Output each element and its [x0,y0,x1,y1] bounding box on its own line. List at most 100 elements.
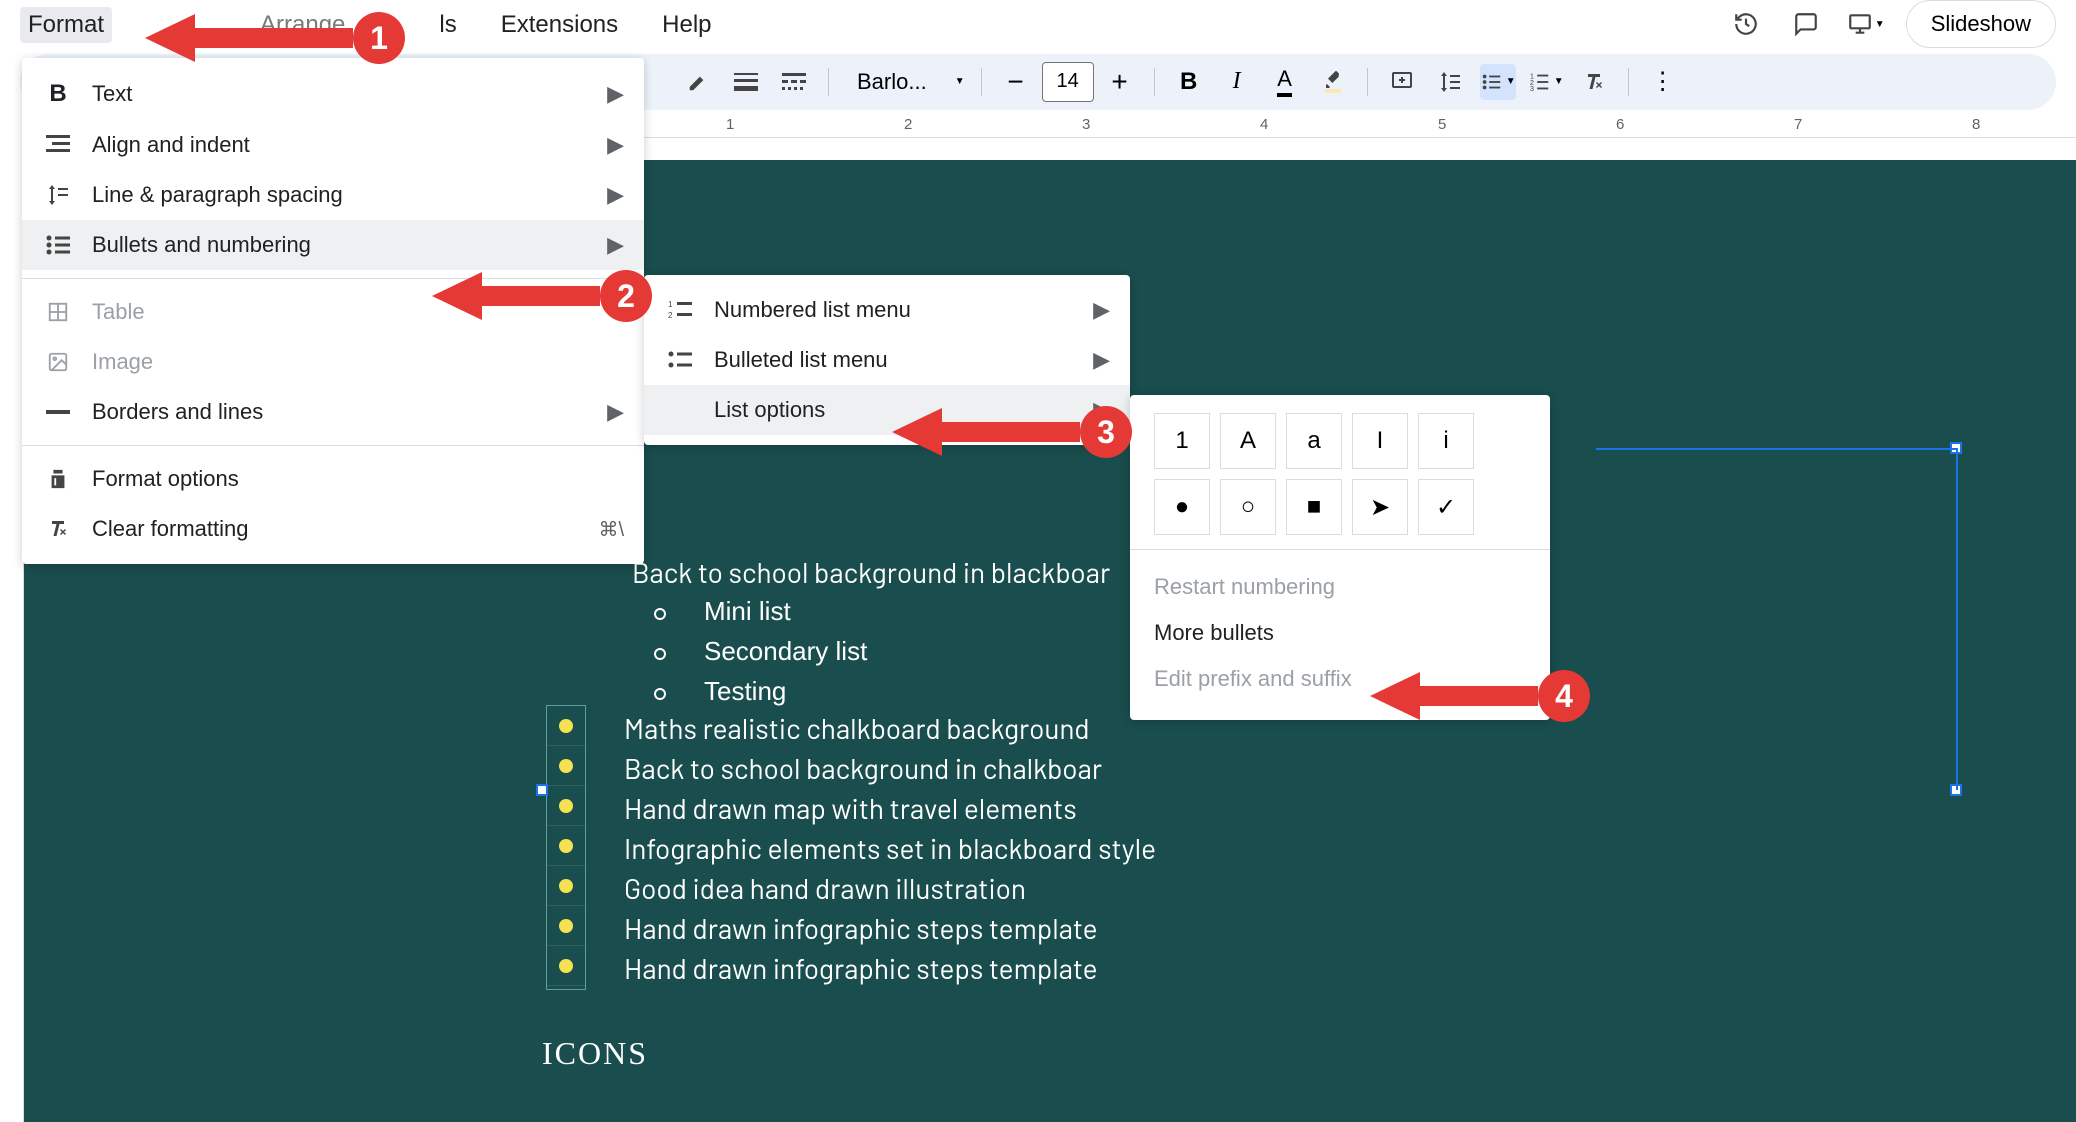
text-color-button[interactable]: A [1267,64,1303,100]
menu-label: Bullets and numbering [92,232,311,258]
vertical-ruler [0,130,24,1122]
format-menu-dropdown: B Text ▶ Align and indent ▶ Line & parag… [22,58,644,564]
border-dash-icon[interactable] [776,64,812,100]
ruler-mark: 3 [1082,116,1090,133]
menu-label: Line & paragraph spacing [92,182,343,208]
bullet-cell [547,946,585,986]
bullet-yellow-icon [559,959,573,973]
numbered-list-button[interactable]: 123▼ [1528,64,1564,100]
bullet-options-row: 1 A a I i [1130,413,1550,469]
clear-formatting-button[interactable] [1576,64,1612,100]
chevron-down-icon: ▼ [1554,76,1564,87]
border-weight-icon[interactable] [728,64,764,100]
menu-item-align-indent[interactable]: Align and indent ▶ [22,120,644,170]
ruler-mark: 8 [1972,116,1980,133]
bullet-option-arrow[interactable]: ➤ [1352,479,1408,535]
bulleted-list-button[interactable]: ▼ [1480,64,1516,100]
menu-item-image: Image [22,337,644,387]
line-icon [42,410,74,414]
highlight-button[interactable] [1315,64,1351,100]
bullet-option-disc[interactable]: ● [1154,479,1210,535]
menu-item-format-options[interactable]: Format options [22,454,644,504]
menu-help[interactable]: Help [654,7,719,43]
bullet-option-square[interactable]: ■ [1286,479,1342,535]
menu-label: Text [92,81,132,107]
list-options-submenu: 1 A a I i ● ○ ■ ➤ ✓ Restart numbering Mo… [1130,395,1550,720]
line-spacing-button[interactable] [1432,64,1468,100]
slide-text-line: Hand drawn infographic steps template [624,911,1098,945]
separator [1628,68,1629,96]
slide-sublist-item: Testing [654,675,786,707]
slide-text-line: Back to school background in chalkboar [624,751,1102,785]
menu-label: Bulleted list menu [714,347,888,373]
slide-text-line: Infographic elements set in blackboard s… [624,831,1156,865]
bullet-option-I[interactable]: I [1352,413,1408,469]
menu-tools-partial[interactable]: ls [431,7,464,43]
menu-label: Table [92,299,145,325]
svg-text:3: 3 [1529,84,1533,93]
menu-separator [22,445,644,446]
more-options-button[interactable]: ⋮ [1645,64,1681,100]
slide-text-line: Good idea hand drawn illustration [624,871,1026,905]
selection-border [1596,448,1956,450]
bullet-option-A[interactable]: A [1220,413,1276,469]
menu-item-bulleted-list[interactable]: Bulleted list menu ▶ [644,335,1130,385]
menu-item-text[interactable]: B Text ▶ [22,68,644,120]
ruler-mark: 7 [1794,116,1802,133]
submenu-arrow-icon: ▶ [607,399,624,425]
annotation-badge: 1 [353,12,405,64]
comment-icon[interactable] [1786,4,1826,44]
slide-text-line: Maths realistic chalkboard background [624,711,1090,745]
menu-extensions[interactable]: Extensions [493,7,626,43]
font-size-control: − + [998,62,1138,102]
slide-sublist-item: Secondary list [654,635,867,667]
paint-icon[interactable] [680,64,716,100]
bullet-cell [547,826,585,866]
list-icon [42,235,74,255]
slideshow-button[interactable]: Slideshow [1906,0,2056,48]
bullet-yellow-icon [559,839,573,853]
insert-comment-button[interactable] [1384,64,1420,100]
menu-label: More bullets [1154,620,1274,646]
ruler-mark: 5 [1438,116,1446,133]
table-icon [42,301,74,323]
menu-item-more-bullets[interactable]: More bullets [1130,610,1550,656]
menu-item-borders-lines[interactable]: Borders and lines ▶ [22,387,644,437]
selection-handle[interactable] [536,784,548,796]
bullet-cell [547,746,585,786]
bullet-cell [547,706,585,746]
bullet-yellow-icon [559,879,573,893]
separator [1367,68,1368,96]
bold-icon: B [42,80,74,108]
annotation-badge: 4 [1538,670,1590,722]
menu-item-bullets-numbering[interactable]: Bullets and numbering ▶ [22,220,644,270]
menu-item-line-spacing[interactable]: Line & paragraph spacing ▶ [22,170,644,220]
bullet-option-circle[interactable]: ○ [1220,479,1276,535]
bullet-options-row: ● ○ ■ ➤ ✓ [1130,479,1550,535]
bullet-option-check[interactable]: ✓ [1418,479,1474,535]
image-icon [42,351,74,373]
chevron-down-icon: ▼ [1506,76,1516,87]
bold-button[interactable]: B [1171,64,1207,100]
bullet-cell [547,866,585,906]
font-size-input[interactable] [1042,62,1094,102]
decrease-font-button[interactable]: − [998,64,1034,100]
menu-separator [22,278,644,279]
italic-button[interactable]: I [1219,64,1255,100]
chevron-down-icon: ▼ [955,76,965,87]
bullet-option-1[interactable]: 1 [1154,413,1210,469]
menu-label: Format options [92,466,239,492]
history-icon[interactable] [1726,4,1766,44]
menu-format[interactable]: Format [20,7,112,43]
bullet-option-a[interactable]: a [1286,413,1342,469]
font-name-selector[interactable]: Barlo... [845,69,939,95]
increase-font-button[interactable]: + [1102,64,1138,100]
present-icon[interactable]: ▼ [1846,4,1886,44]
bullets-numbering-submenu: 12 Numbered list menu ▶ Bulleted list me… [644,275,1130,445]
menu-item-numbered-list[interactable]: 12 Numbered list menu ▶ [644,285,1130,335]
bullet-option-i[interactable]: i [1418,413,1474,469]
menu-item-clear-formatting[interactable]: Clear formatting ⌘\ [22,504,644,554]
line-spacing-icon [42,183,74,207]
menu-shortcut: ⌘\ [598,517,624,542]
bullet-yellow-icon [559,919,573,933]
